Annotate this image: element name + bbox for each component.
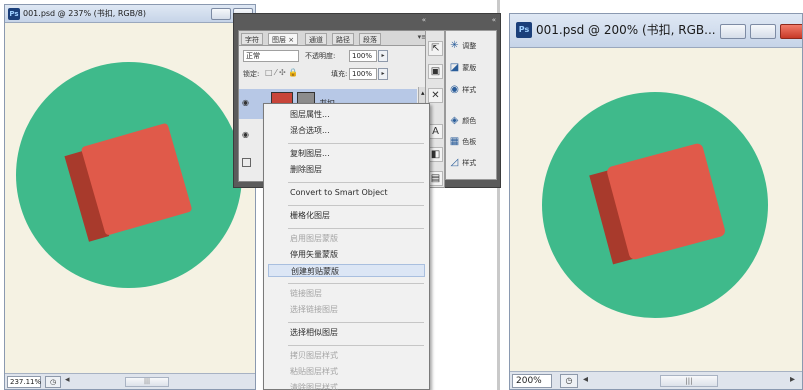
scroll-up-icon[interactable]: ▴ [421,89,425,97]
menu-item-10[interactable]: 启用图层蒙版 [268,232,425,245]
right-canvas[interactable] [510,48,803,374]
styles-item-2[interactable]: ◿ 样式 [449,156,495,169]
tab-paths[interactable]: 路径 [332,33,354,45]
layers-tool-icon[interactable]: ▤ [428,171,443,186]
opacity-label: 不透明度: [305,52,336,60]
scroll-left-arrow-icon[interactable]: ◂ [583,374,588,385]
layer-context-menu: 图层属性... 混合选项... 复制图层... 删除图层 Convert to Smar… [263,103,430,390]
close-button[interactable] [780,24,802,39]
sparkle-icon: ✳ [450,40,459,51]
menu-item-12[interactable]: 创建剪贴蒙版 [268,264,425,277]
menu-separator [288,345,424,346]
layers-tab-row: 字符 图层 × 通道 路径 段落 ▾≡ [239,31,431,46]
menu-item-0[interactable]: 图层属性... [268,108,425,121]
transform-tool-icon[interactable]: ✕ [428,88,443,103]
right-window-title: 001.psd @ 200% (书扣, RGB... [536,23,716,37]
menu-item-19[interactable]: 拷贝图层样式 [268,349,425,362]
menu-separator [288,205,424,206]
grid-icon: ▦ [449,136,460,147]
lock-label: 锁定: [243,70,260,78]
adjust-label: 蒙版 [462,64,477,72]
menu-separator [288,182,424,183]
minimize-button[interactable] [720,24,746,39]
circle-icon: ◉ [450,84,459,95]
adjust-label: 颜色 [462,117,477,125]
opacity-arrow-icon[interactable]: ▸ [378,50,388,62]
opacity-input[interactable]: 100% [349,50,377,62]
menu-item-8[interactable]: 栅格化图层 [268,209,425,222]
landscape-icon: ◪ [449,62,460,73]
menu-item-11[interactable]: 停用矢量蒙版 [268,248,425,261]
menu-item-6[interactable]: Convert to Smart Object [268,186,425,199]
right-zoom-value[interactable]: 200% [512,374,552,388]
lock-icons[interactable]: □ ⁄ ✣ 🔒 [265,68,298,77]
menu-item-14[interactable]: 链接图层 [268,287,425,300]
tab-paragraph[interactable]: 段落 [359,33,381,45]
styles-item[interactable]: ◉ 样式 [449,83,495,96]
left-window-title: 001.psd @ 237% (书扣, RGB/8) [23,9,146,18]
menu-item-3[interactable]: 复制图层... [268,147,425,160]
text-tool-icon[interactable]: A [428,124,443,139]
tab-character[interactable]: 字符 [241,33,263,45]
visibility-eye-icon[interactable]: ◉ [242,98,249,107]
left-window-titlebar[interactable]: Ps 001.psd @ 237% (书扣, RGB/8) [5,5,255,23]
maximize-button[interactable] [750,24,776,39]
visibility-eye-icon[interactable]: ◉ [242,130,249,139]
menu-separator [288,283,424,284]
adjust-label: 调整 [462,42,477,50]
left-hscroll-thumb[interactable]: ||| [125,377,169,387]
menu-item-21[interactable]: 清除图层样式 [268,381,425,390]
dock-collapse-arrows[interactable]: « [422,16,426,24]
pointer-tool-icon[interactable]: ⇱ [428,41,443,56]
left-zoom-value[interactable]: 237.11% [7,376,41,388]
fill-label: 填充: [331,70,348,78]
menu-separator [288,228,424,229]
menu-separator [288,143,424,144]
photoshop-doc-icon: Ps [516,22,532,38]
masks-item[interactable]: ◪ 蒙版 [449,61,495,74]
scroll-left-arrow-icon[interactable]: ◂ [65,375,70,385]
menu-item-1[interactable]: 混合选项... [268,124,425,137]
status-info-icon[interactable]: ◷ [560,374,578,388]
palette-icon: ◈ [450,115,459,126]
shape-tool-icon[interactable]: ◧ [428,147,443,162]
color-item[interactable]: ◈ 颜色 [449,114,495,127]
minimize-button[interactable] [211,8,231,20]
left-status-bar: 237.11% ◷ ◂ ||| [5,373,255,389]
menu-item-20[interactable]: 粘贴图层样式 [268,365,425,378]
menu-item-4[interactable]: 删除图层 [268,163,425,176]
right-status-bar: 200% ◷ ◂ ||| ▸ [510,371,802,389]
tab-layers[interactable]: 图层 × [268,33,299,45]
right-document-window: Ps 001.psd @ 200% (书扣, RGB... 200% ◷ ◂ |… [509,13,803,390]
adjustments-item[interactable]: ✳ 调整 [449,39,495,52]
blend-mode-select[interactable]: 正常 [243,50,299,62]
brush-icon: ◿ [450,157,459,168]
photoshop-doc-icon: Ps [8,8,20,20]
menu-item-17[interactable]: 选择相似图层 [268,326,425,339]
dock-collapse-arrows-2[interactable]: « [492,16,496,24]
visibility-box-icon[interactable] [242,158,251,167]
adjust-label: 样式 [462,159,477,167]
right-window-titlebar[interactable]: Ps 001.psd @ 200% (书扣, RGB... [510,14,802,48]
adjust-label: 色板 [462,138,477,146]
left-canvas[interactable] [5,23,256,371]
fill-arrow-icon[interactable]: ▸ [378,68,388,80]
adjust-label: 样式 [462,86,477,94]
adjustments-panel: ✳ 调整 ◪ 蒙版 ◉ 样式 ◈ 颜色 ▦ 色板 ◿ 样式 [445,30,497,180]
fill-input[interactable]: 100% [349,68,377,80]
image-tool-icon[interactable]: ▣ [428,64,443,79]
scroll-right-arrow-icon[interactable]: ▸ [790,374,795,385]
swatches-item[interactable]: ▦ 色板 [449,135,495,148]
left-document-window: Ps 001.psd @ 237% (书扣, RGB/8) 237.11% ◷ … [4,4,256,390]
status-info-icon[interactable]: ◷ [45,376,61,388]
menu-item-15[interactable]: 选择链接图层 [268,303,425,316]
tab-channels[interactable]: 通道 [305,33,327,45]
menu-separator [288,322,424,323]
right-hscroll-thumb[interactable]: ||| [660,375,718,387]
